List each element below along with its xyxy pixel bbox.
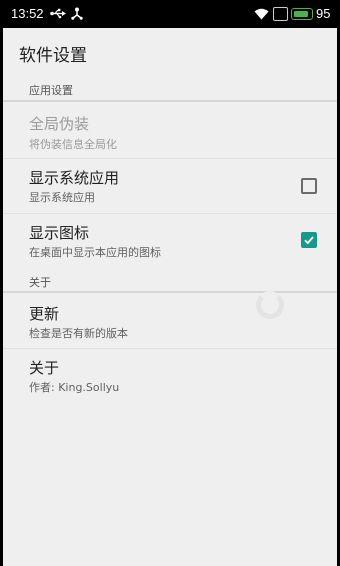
status-time: 13:52 bbox=[11, 6, 44, 21]
pref-update[interactable]: 更新 检查是否有新的版本 bbox=[3, 295, 337, 347]
settings-screen: 13:52 95 软件设置 应用设置 全局伪装 将伪装信息全局化 显示系统应用 … bbox=[3, 0, 337, 566]
fork-icon bbox=[71, 7, 83, 20]
pref-summary: 将伪装信息全局化 bbox=[29, 138, 117, 151]
pref-summary: 显示系统应用 bbox=[29, 191, 95, 204]
show-system-apps-checkbox[interactable] bbox=[301, 178, 317, 194]
pref-about[interactable]: 关于 作者: King.Sollyu bbox=[3, 349, 337, 403]
pref-show-icon[interactable]: 显示图标 在桌面中显示本应用的图标 bbox=[3, 214, 337, 268]
pref-title: 显示图标 bbox=[29, 224, 90, 242]
pref-title: 显示系统应用 bbox=[29, 169, 120, 187]
usb-icon bbox=[50, 8, 66, 19]
pref-global-disguise[interactable]: 全局伪装 将伪装信息全局化 bbox=[3, 104, 337, 158]
battery-icon bbox=[291, 8, 313, 20]
page-title: 软件设置 bbox=[19, 46, 87, 66]
category-header-about: 关于 bbox=[29, 276, 51, 289]
status-bar: 13:52 95 bbox=[3, 0, 337, 28]
pref-show-system-apps[interactable]: 显示系统应用 显示系统应用 bbox=[3, 159, 337, 213]
pref-title: 更新 bbox=[29, 305, 60, 323]
sim-icon bbox=[273, 7, 288, 21]
pref-title: 全局伪装 bbox=[29, 115, 90, 133]
checkmark-icon bbox=[304, 236, 314, 245]
category-divider bbox=[3, 100, 337, 102]
pref-summary: 检查是否有新的版本 bbox=[29, 327, 128, 340]
battery-level: 95 bbox=[316, 6, 331, 21]
pref-summary: 在桌面中显示本应用的图标 bbox=[29, 246, 161, 259]
pref-title: 关于 bbox=[29, 359, 60, 377]
loading-spinner bbox=[256, 291, 284, 319]
category-header-app-settings: 应用设置 bbox=[29, 84, 73, 97]
show-icon-checkbox[interactable] bbox=[301, 232, 317, 248]
category-divider bbox=[3, 291, 337, 293]
wifi-icon bbox=[254, 8, 269, 20]
pref-summary: 作者: King.Sollyu bbox=[29, 381, 120, 394]
